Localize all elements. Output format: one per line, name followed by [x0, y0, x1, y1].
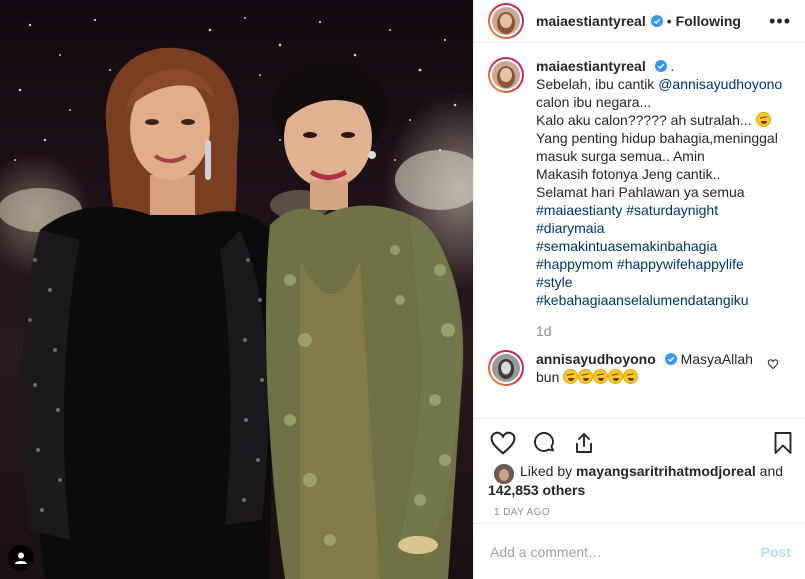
- following-button[interactable]: Following: [676, 13, 741, 29]
- caption-line-7: Selamat hari Pahlawan ya semua: [536, 184, 745, 200]
- user-tag-button[interactable]: [8, 545, 34, 571]
- caption-line-3: Kalo aku calon????? ah sutralah...: [536, 112, 752, 128]
- share-icon[interactable]: [572, 431, 596, 455]
- add-comment-bar: Post: [474, 523, 805, 579]
- author-avatar[interactable]: [488, 3, 524, 39]
- laughing-emoji: [593, 369, 609, 384]
- caption-line-1: Sebelah, ibu cantik: [536, 76, 659, 92]
- verified-icon: [650, 15, 663, 27]
- laughing-emoji: [755, 112, 771, 127]
- laughing-emoji: [623, 369, 639, 384]
- author-username[interactable]: maiaestiantyreal: [536, 13, 646, 29]
- post-details-panel: maiaestiantyreal • Following ••• maiaest…: [473, 0, 805, 579]
- liker-username[interactable]: mayangsaritrihatmodjoreal: [576, 463, 756, 479]
- comment-text-line-1: MasyaAllah: [680, 351, 753, 367]
- laughing-emoji: [578, 369, 594, 384]
- liker-avatar[interactable]: [494, 464, 514, 484]
- avatar-image: [492, 354, 520, 382]
- comment-text-line-2: bun: [536, 369, 560, 385]
- avatar-image: [492, 7, 520, 35]
- likes-summary: Liked by mayangsaritrihatmodjoreal and 1…: [488, 462, 795, 500]
- commenter-username[interactable]: annisayudhoyono: [536, 351, 656, 367]
- caption-time[interactable]: 1d: [536, 322, 782, 340]
- comments-list[interactable]: maiaestiantyreal . Sebelah, ibu cantik @…: [474, 57, 805, 417]
- likes-count[interactable]: 142,853 others: [488, 481, 795, 500]
- caption-text: maiaestiantyreal . Sebelah, ibu cantik @…: [536, 57, 782, 340]
- hashtag-link[interactable]: #diarymaia: [536, 219, 782, 237]
- hashtag-link[interactable]: #happymom #happywifehappylife: [536, 255, 782, 273]
- caption-author-avatar[interactable]: [488, 57, 524, 93]
- caption-line-6: Makasih fotonya Jeng cantik..: [536, 166, 721, 182]
- post-timestamp[interactable]: 1 DAY AGO: [494, 507, 550, 518]
- post-header: maiaestiantyreal • Following •••: [474, 0, 805, 43]
- caption-username[interactable]: maiaestiantyreal: [536, 58, 646, 74]
- add-comment-input[interactable]: [490, 543, 755, 560]
- like-comment-heart-icon[interactable]: [767, 358, 779, 370]
- comment-icon[interactable]: [531, 431, 557, 455]
- user-tag-icon: [15, 552, 27, 564]
- woman-in-kebaya: [265, 60, 464, 579]
- more-options-button[interactable]: •••: [769, 12, 791, 30]
- avatar-image: [492, 61, 520, 89]
- caption-line-4: Yang penting hidup bahagia,meninggal: [536, 130, 778, 146]
- caption-after-badge: .: [670, 58, 675, 74]
- hashtag-link[interactable]: #maiaestianty #saturdaynight: [536, 201, 782, 219]
- separator-dot: •: [666, 13, 672, 29]
- hashtag-link[interactable]: #semakintuasemakinbahagia: [536, 237, 782, 255]
- comment-text: annisayudhoyono MasyaAllah bun: [536, 350, 753, 386]
- bookmark-icon[interactable]: [771, 431, 795, 455]
- liked-by-prefix: Liked by: [520, 463, 577, 479]
- caption: maiaestiantyreal . Sebelah, ibu cantik @…: [474, 57, 805, 340]
- verified-icon: [654, 60, 667, 72]
- heart-icon[interactable]: [490, 431, 516, 455]
- mention-link[interactable]: @annisayudhoyono: [658, 76, 782, 92]
- laughing-emoji: [563, 369, 579, 384]
- liked-by-and: and: [755, 463, 784, 479]
- action-bar: [474, 418, 805, 468]
- hashtag-link[interactable]: #kebahagiaanselalumendatangiku: [536, 291, 782, 309]
- post-photo[interactable]: [0, 0, 473, 579]
- comment-item: annisayudhoyono MasyaAllah bun: [474, 350, 805, 386]
- caption-line-2: calon ibu negara...: [536, 94, 652, 110]
- caption-line-5: masuk surga semua.. Amin: [536, 148, 705, 164]
- hashtag-link[interactable]: #style: [536, 273, 782, 291]
- post-comment-button[interactable]: Post: [761, 544, 791, 560]
- commenter-avatar[interactable]: [488, 350, 524, 386]
- verified-icon: [664, 353, 677, 365]
- laughing-emoji: [608, 369, 624, 384]
